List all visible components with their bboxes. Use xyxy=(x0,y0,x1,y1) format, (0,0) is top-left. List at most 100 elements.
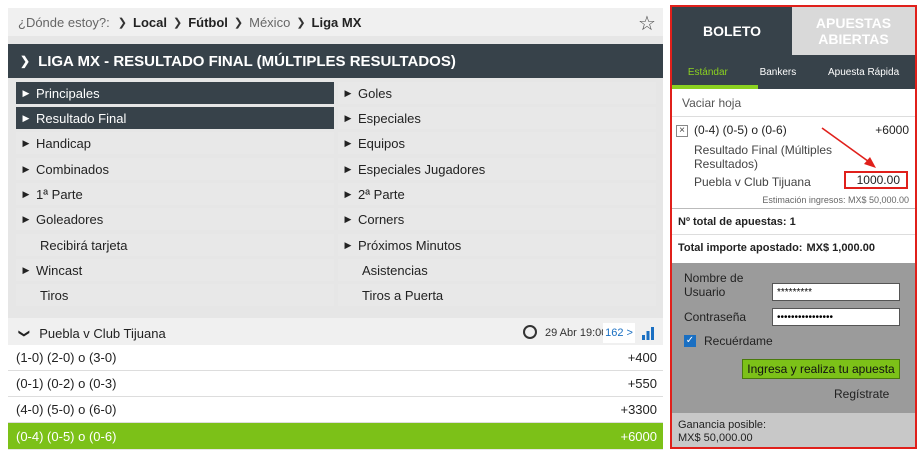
breadcrumb-item-mexico[interactable]: México xyxy=(249,15,290,30)
gain-label: Ganancia posible: xyxy=(678,419,767,431)
market-item-1a-parte[interactable]: ▶ 1ª Parte xyxy=(16,183,334,205)
clear-slip-link[interactable]: Vaciar hoja xyxy=(672,89,915,117)
triangle-right-icon: ▶ xyxy=(22,87,30,98)
total-stake-label: Total importe apostado: xyxy=(678,242,803,254)
market-item-handicap[interactable]: ▶ Handicap xyxy=(16,132,334,154)
triangle-right-icon: ▶ xyxy=(344,87,352,98)
subtab-apuesta-rapida[interactable]: Apuesta Rápida xyxy=(828,67,899,78)
clock-icon xyxy=(523,325,537,339)
tab-boleto[interactable]: BOLETO xyxy=(672,7,792,55)
chevron-down-icon: ❯ xyxy=(18,328,31,338)
market-item-equipos[interactable]: ▶ Equipos xyxy=(338,132,656,154)
market-item-tiros[interactable]: Tiros xyxy=(16,284,334,306)
breadcrumb-item-futbol[interactable]: Fútbol xyxy=(188,15,228,30)
triangle-right-icon: ▶ xyxy=(344,137,352,148)
odds-price: +400 xyxy=(627,350,657,365)
register-link[interactable]: Regístrate xyxy=(834,387,889,401)
market-label: Resultado Final xyxy=(36,110,127,126)
markets-count-button[interactable]: 162 > xyxy=(603,323,635,343)
market-item-corners[interactable]: ▶ Corners xyxy=(338,208,656,230)
breadcrumb-item-ligamx[interactable]: Liga MX xyxy=(312,15,362,30)
market-label: Especiales xyxy=(358,110,421,126)
breadcrumb: ¿Dónde estoy?: ❯ Local ❯ Fútbol ❯ México… xyxy=(8,8,663,36)
total-bets: Nº total de apuestas: 1 xyxy=(672,209,915,235)
triangle-right-icon: ▶ xyxy=(344,188,352,199)
close-icon[interactable]: × xyxy=(676,125,688,137)
odds-selection: (0-4) (0-5) o (0-6) xyxy=(16,428,117,444)
market-label: Próximos Minutos xyxy=(358,237,462,253)
odds-row[interactable]: (0-1) (0-2) o (0-3) +550 xyxy=(8,371,663,397)
bet-market: Resultado Final (Múltiples Resultados) xyxy=(694,143,833,171)
market-item-2a-parte[interactable]: ▶ 2ª Parte xyxy=(338,183,656,205)
odds-price: +3300 xyxy=(620,402,657,417)
market-label: Principales xyxy=(36,85,100,101)
subtab-active-indicator xyxy=(672,85,758,89)
odds-row-selected[interactable]: (0-4) (0-5) o (0-6) +6000 xyxy=(8,423,663,449)
triangle-right-icon: ▶ xyxy=(22,213,30,224)
market-label: Handicap xyxy=(36,135,91,151)
market-item-principales[interactable]: ▶ Principales xyxy=(16,82,334,104)
odds-row[interactable]: (4-0) (5-0) o (6-0) +3300 xyxy=(8,397,663,423)
subtab-bankers[interactable]: Bankers xyxy=(760,67,797,78)
market-item-especiales-jugadores[interactable]: ▶ Especiales Jugadores xyxy=(338,158,656,180)
market-item-goleadores[interactable]: ▶ Goleadores xyxy=(16,208,334,230)
subtab-estandar[interactable]: Estándar xyxy=(688,67,728,78)
bet-event: Puebla v Club Tijuana xyxy=(694,175,811,189)
remember-checkbox[interactable]: ✓ xyxy=(684,335,696,347)
login-and-bet-button[interactable]: Ingresa y realiza tu apuesta xyxy=(742,359,900,379)
market-label: Recibirá tarjeta xyxy=(40,237,128,253)
triangle-right-icon: ▶ xyxy=(22,163,30,174)
stats-icon[interactable] xyxy=(641,326,655,340)
bet-selection: (0-4) (0-5) o (0-6) xyxy=(694,123,787,137)
triangle-right-icon: ▶ xyxy=(344,112,352,123)
section-header[interactable]: ❯ LIGA MX - RESULTADO FINAL (MÚLTIPLES R… xyxy=(8,44,663,78)
odds-selection: (0-1) (0-2) o (0-3) xyxy=(16,376,117,391)
market-item-combinados[interactable]: ▶ Combinados xyxy=(16,158,334,180)
slip-tabs: BOLETO APUESTAS ABIERTAS xyxy=(672,7,915,55)
odds-row[interactable]: (1-0) (2-0) o (3-0) +400 xyxy=(8,345,663,371)
stake-input[interactable]: 1000.00 xyxy=(844,171,908,189)
favorite-star-icon[interactable]: ☆ xyxy=(638,11,656,36)
triangle-right-icon: ▶ xyxy=(22,188,30,199)
total-stake-value: MX$ 1,000.00 xyxy=(806,242,875,254)
bet-odds: +6000 xyxy=(875,123,909,137)
market-label: 1ª Parte xyxy=(36,186,83,202)
username-field[interactable] xyxy=(772,283,900,301)
odds-selection: (1-0) (2-0) o (3-0) xyxy=(16,350,117,365)
total-stake: Total importe apostado: MX$ 1,000.00 xyxy=(672,235,915,261)
chevron-down-icon: ❯ xyxy=(20,54,31,68)
triangle-right-icon: ▶ xyxy=(344,163,352,174)
odds-price: +550 xyxy=(627,376,657,391)
market-label: Asistencias xyxy=(362,262,428,278)
main-content: ¿Dónde estoy?: ❯ Local ❯ Fútbol ❯ México… xyxy=(8,8,663,450)
chevron-right-icon: ❯ xyxy=(117,16,127,29)
bet-estimate: Estimación ingresos: MX$ 50,000.00 xyxy=(762,195,909,205)
chevron-right-icon: ❯ xyxy=(296,16,306,29)
triangle-right-icon: ▶ xyxy=(22,137,30,148)
market-label: Especiales Jugadores xyxy=(358,161,486,177)
market-item-recibira-tarjeta[interactable]: Recibirá tarjeta xyxy=(16,234,334,256)
odds-price: +6000 xyxy=(620,428,657,444)
market-label: Combinados xyxy=(36,161,109,177)
breadcrumb-intro: ¿Dónde estoy?: xyxy=(18,14,110,30)
bet-item: × (0-4) (0-5) o (0-6) +6000 Resultado Fi… xyxy=(672,117,915,209)
tab-apuestas-abiertas[interactable]: APUESTAS ABIERTAS xyxy=(792,7,915,55)
market-item-resultado-final[interactable]: ▶ Resultado Final xyxy=(16,107,334,129)
market-item-goles[interactable]: ▶ Goles xyxy=(338,82,656,104)
event-header[interactable]: ❯ Puebla v Club Tijuana 29 Abr 19:00 162… xyxy=(8,318,663,348)
market-item-asistencias[interactable]: Asistencias xyxy=(338,259,656,281)
breadcrumb-item-local[interactable]: Local xyxy=(133,15,167,30)
username-label: Nombre de Usuario xyxy=(684,271,744,299)
market-item-especiales[interactable]: ▶ Especiales xyxy=(338,107,656,129)
password-field[interactable] xyxy=(772,308,900,326)
triangle-right-icon: ▶ xyxy=(22,264,30,275)
market-label: Tiros xyxy=(40,287,69,303)
market-item-proximos-minutos[interactable]: ▶ Próximos Minutos xyxy=(338,234,656,256)
event-date: 29 Abr 19:00 xyxy=(545,327,608,339)
bet-slip: BOLETO APUESTAS ABIERTAS Estándar Banker… xyxy=(670,5,917,449)
chevron-right-icon: ❯ xyxy=(233,16,244,29)
page: ¿Dónde estoy?: ❯ Local ❯ Fútbol ❯ México… xyxy=(0,0,921,450)
market-item-tiros-a-puerta[interactable]: Tiros a Puerta xyxy=(338,284,656,306)
chevron-right-icon: ❯ xyxy=(172,16,183,29)
market-item-wincast[interactable]: ▶ Wincast xyxy=(16,259,334,281)
